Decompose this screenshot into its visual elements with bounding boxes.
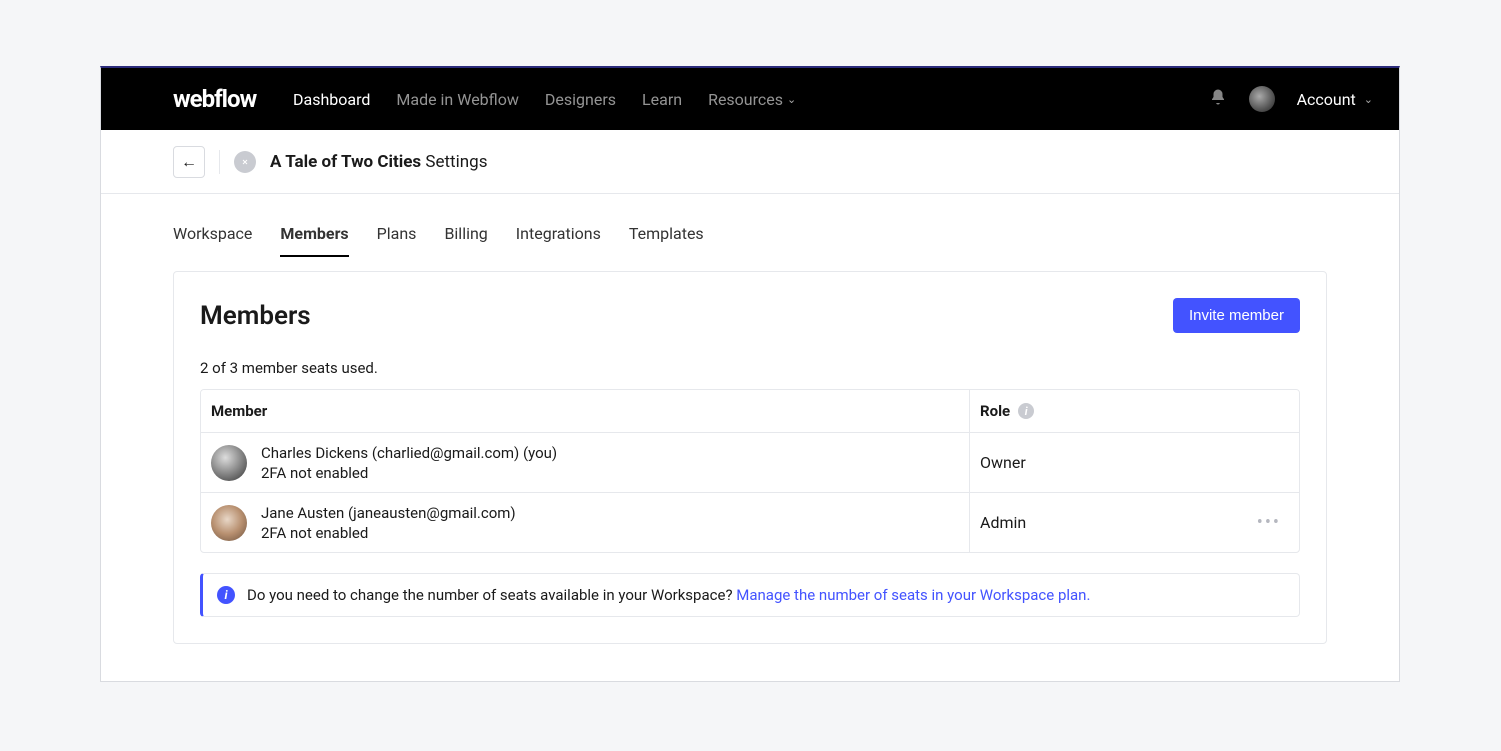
arrow-left-icon: ← xyxy=(181,152,197,172)
panel-title: Members xyxy=(200,301,311,331)
table-row: Jane Austen (janeausten@gmail.com) 2FA n… xyxy=(201,493,1299,552)
settings-tabs: Workspace Members Plans Billing Integrat… xyxy=(173,194,1327,257)
manage-seats-link[interactable]: Manage the number of seats in your Works… xyxy=(736,586,1090,604)
nav-resources[interactable]: Resources ⌄ xyxy=(708,90,796,109)
nav-links: Dashboard Made in Webflow Designers Lear… xyxy=(293,90,796,109)
back-button[interactable]: ← xyxy=(173,146,205,178)
info-icon: i xyxy=(217,586,235,604)
content-area: Workspace Members Plans Billing Integrat… xyxy=(101,194,1399,644)
member-cell: Jane Austen (janeausten@gmail.com) 2FA n… xyxy=(201,493,969,552)
member-2fa-status: 2FA not enabled xyxy=(261,524,516,542)
tab-workspace[interactable]: Workspace xyxy=(173,224,252,257)
nav-resources-label: Resources xyxy=(708,90,783,109)
member-name: Jane Austen (janeausten@gmail.com) xyxy=(261,503,516,524)
info-text: Do you need to change the number of seat… xyxy=(247,586,736,604)
divider xyxy=(219,150,220,174)
seats-used-text: 2 of 3 member seats used. xyxy=(200,359,1300,377)
breadcrumb-suffix: Settings xyxy=(421,152,487,172)
breadcrumb-bar: ← A Tale of Two Cities Settings xyxy=(101,130,1399,194)
bell-icon[interactable] xyxy=(1209,88,1227,110)
member-name: Charles Dickens (charlied@gmail.com) (yo… xyxy=(261,443,557,464)
nav-dashboard[interactable]: Dashboard xyxy=(293,90,370,109)
col-role-label: Role xyxy=(980,402,1010,420)
members-table: Member Role i Charles Dickens (charlied@… xyxy=(200,389,1300,553)
nav-learn[interactable]: Learn xyxy=(642,90,682,109)
role-cell: Admin ••• xyxy=(969,493,1299,552)
info-text-wrap: Do you need to change the number of seat… xyxy=(247,586,1090,604)
account-label: Account xyxy=(1297,90,1356,109)
col-header-member: Member xyxy=(201,390,969,432)
tab-plans[interactable]: Plans xyxy=(377,224,417,257)
member-role: Admin xyxy=(980,513,1026,532)
info-icon[interactable]: i xyxy=(1018,403,1034,419)
nav-designers[interactable]: Designers xyxy=(545,90,616,109)
workspace-name: A Tale of Two Cities xyxy=(270,152,421,172)
top-nav: webflow Dashboard Made in Webflow Design… xyxy=(101,68,1399,130)
table-row: Charles Dickens (charlied@gmail.com) (yo… xyxy=(201,433,1299,493)
panel-header: Members Invite member xyxy=(200,298,1300,333)
member-2fa-status: 2FA not enabled xyxy=(261,464,557,482)
col-header-role: Role i xyxy=(969,390,1299,432)
member-avatar xyxy=(211,445,247,481)
table-header: Member Role i xyxy=(201,390,1299,433)
info-banner: i Do you need to change the number of se… xyxy=(200,573,1300,617)
nav-made-in-webflow[interactable]: Made in Webflow xyxy=(396,90,519,109)
row-actions-button[interactable]: ••• xyxy=(1257,512,1289,533)
app-frame: webflow Dashboard Made in Webflow Design… xyxy=(100,66,1400,682)
tab-templates[interactable]: Templates xyxy=(629,224,704,257)
webflow-logo[interactable]: webflow xyxy=(173,85,256,113)
member-role: Owner xyxy=(980,453,1026,472)
invite-member-button[interactable]: Invite member xyxy=(1173,298,1300,333)
account-menu[interactable]: Account ⌄ xyxy=(1297,90,1373,109)
role-cell: Owner xyxy=(969,433,1299,492)
workspace-icon xyxy=(234,151,256,173)
members-panel: Members Invite member 2 of 3 member seat… xyxy=(173,271,1327,644)
breadcrumb-title: A Tale of Two Cities Settings xyxy=(270,152,487,172)
tab-members[interactable]: Members xyxy=(280,224,348,257)
user-avatar[interactable] xyxy=(1249,86,1275,112)
member-cell: Charles Dickens (charlied@gmail.com) (yo… xyxy=(201,433,969,492)
tab-billing[interactable]: Billing xyxy=(444,224,487,257)
nav-right: Account ⌄ xyxy=(1209,86,1373,112)
tab-integrations[interactable]: Integrations xyxy=(516,224,601,257)
chevron-down-icon: ⌄ xyxy=(1364,93,1373,106)
member-avatar xyxy=(211,505,247,541)
chevron-down-icon: ⌄ xyxy=(787,93,796,106)
